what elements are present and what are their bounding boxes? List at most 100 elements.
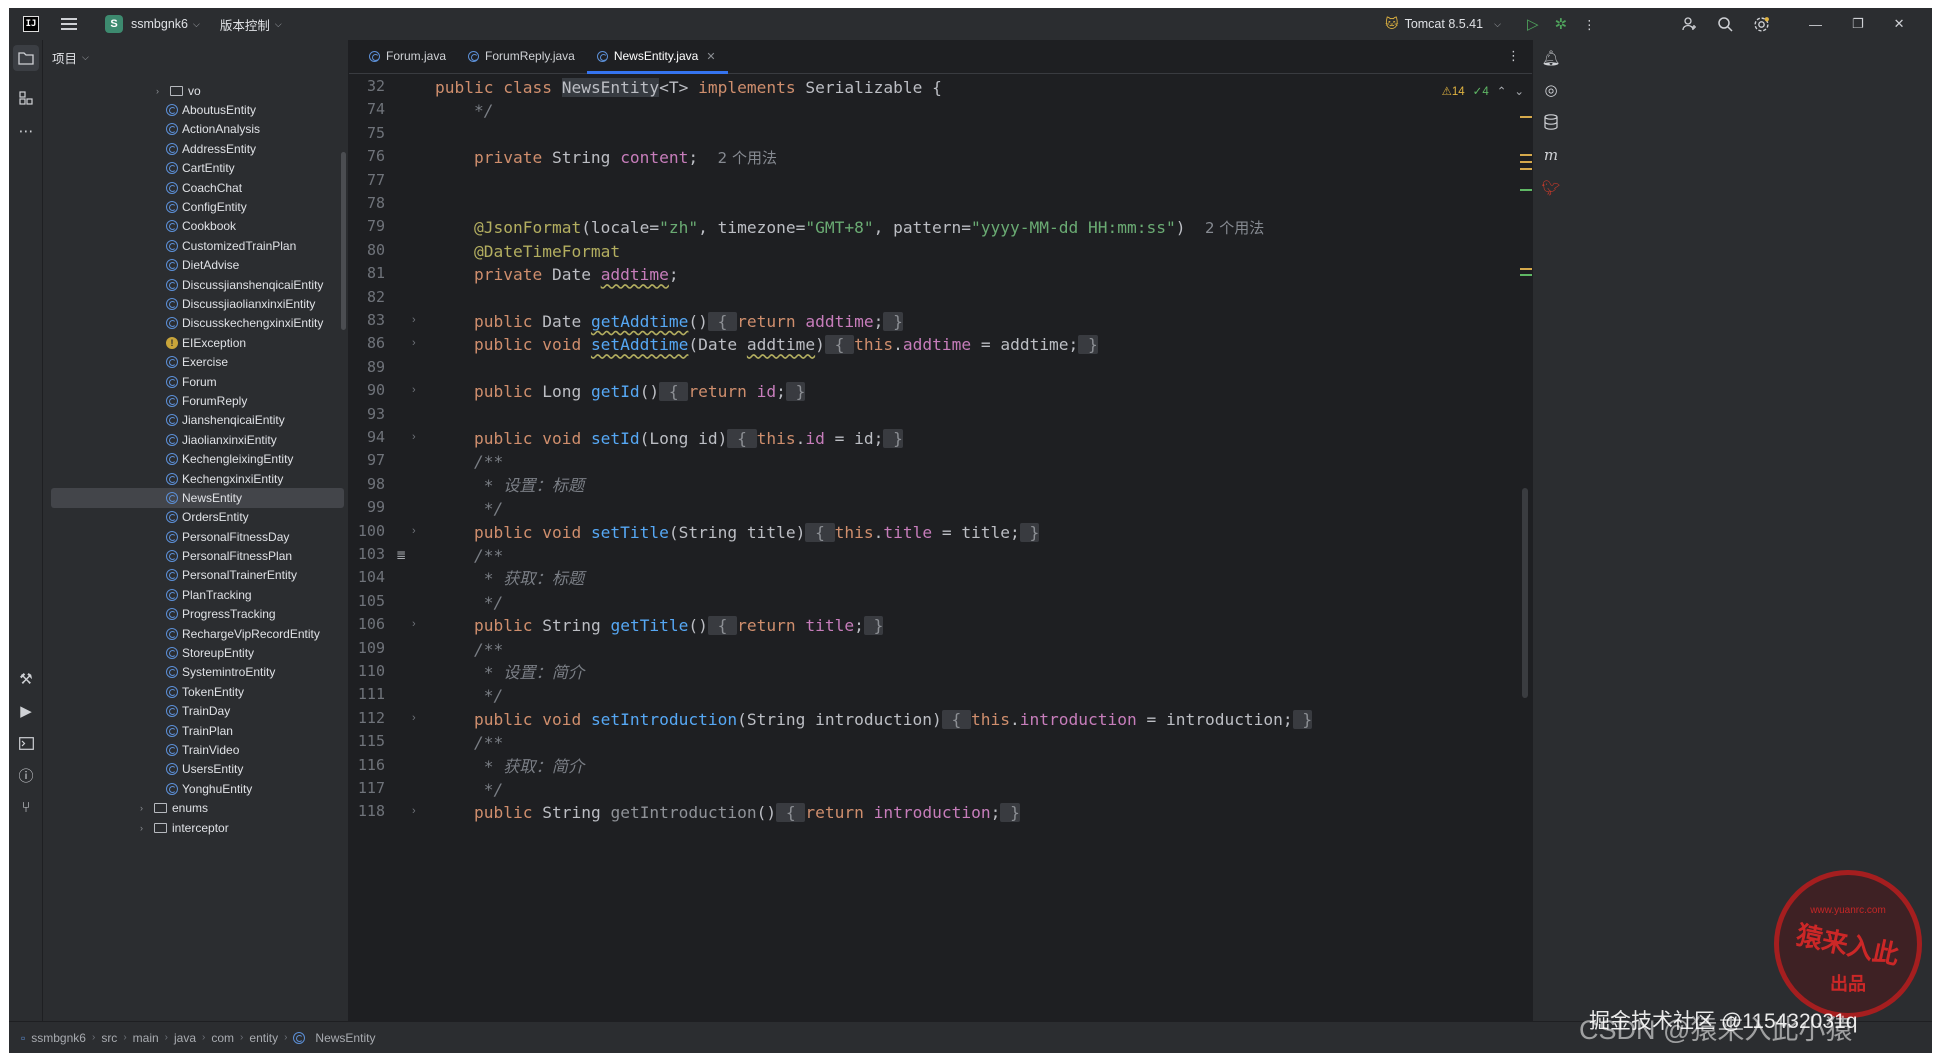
settings-gear-icon[interactable] [1753,16,1770,33]
database-icon[interactable] [1539,110,1563,134]
code-line[interactable]: */ [435,685,504,707]
fold-expand-icon[interactable]: › [412,525,416,537]
code-line[interactable]: /** [435,639,503,661]
tree-class-item[interactable]: CartEntity [43,159,348,178]
services-run-icon[interactable]: ▶ [13,698,39,724]
warning-stripe-mark[interactable] [1520,268,1532,270]
tree-class-item[interactable]: ActionAnalysis [43,120,348,139]
editor-scrollbar[interactable] [1522,488,1528,698]
tree-class-item[interactable]: Forum [43,372,348,391]
tree-class-item[interactable]: TrainDay [43,702,348,721]
breadcrumb-item[interactable]: src [101,1031,117,1045]
tree-class-item[interactable]: PersonalFitnessDay [43,527,348,546]
run-icon[interactable]: ▷ [1527,15,1539,33]
code-line[interactable]: public Date getAddtime() { return addtim… [435,311,903,333]
code-line[interactable]: /** [435,545,503,567]
warning-stripe-mark[interactable] [1520,161,1532,163]
project-panel-header[interactable]: 项目 ⌵ [43,40,348,74]
code-line[interactable]: public String getTitle() { return title;… [435,615,884,637]
warning-stripe-mark[interactable] [1520,154,1532,156]
intellij-logo-icon[interactable]: IJ [23,16,39,32]
tree-class-item[interactable]: TrainPlan [43,721,348,740]
code-line[interactable]: public void setTitle(String title) { thi… [435,522,1040,544]
fold-expand-icon[interactable]: › [412,618,416,630]
tree-class-item[interactable]: AddressEntity [43,139,348,158]
editor-tab[interactable]: Forum.java [359,39,458,73]
code-area[interactable]: public class NewsEntity<T> implements Se… [435,75,1515,1021]
tree-class-item[interactable]: DiscussjianshenqicaiEntity [43,275,348,294]
git-branch-icon[interactable]: ⑂ [13,794,39,820]
editor-tab[interactable]: ForumReply.java [458,39,587,73]
code-line[interactable]: private Date addtime; [435,264,679,286]
tree-class-item[interactable]: SystemintroEntity [43,663,348,682]
close-tab-icon[interactable]: ✕ [706,50,715,63]
problems-icon[interactable]: ⓘ [13,762,39,788]
tree-class-item[interactable]: UsersEntity [43,760,348,779]
more-tools-icon[interactable]: ⋯ [13,118,39,144]
terminal-icon[interactable] [13,730,39,756]
tree-class-item[interactable]: JianshenqicaiEntity [43,411,348,430]
restore-window-icon[interactable]: ❐ [1852,16,1864,32]
tree-class-item[interactable]: ForumReply [43,391,348,410]
code-line[interactable]: public class NewsEntity<T> implements Se… [435,77,942,99]
code-line[interactable]: */ [435,592,504,614]
code-line[interactable]: * 设置：标题 [435,475,584,497]
debug-icon[interactable]: ✲ [1555,15,1568,33]
code-line[interactable]: @DateTimeFormat [435,241,620,263]
ai-assistant-icon[interactable]: ◎ [1539,78,1563,102]
notifications-bell-icon[interactable]: 🔔︎ [1539,46,1563,70]
fold-expand-icon[interactable]: › [412,805,416,817]
code-line[interactable]: */ [435,100,494,122]
warning-stripe-mark[interactable] [1520,168,1532,170]
tree-class-item[interactable]: ProgressTracking [43,605,348,624]
close-window-icon[interactable]: ✕ [1894,16,1905,32]
breadcrumb-item[interactable]: com [211,1031,234,1045]
minimize-window-icon[interactable]: — [1809,17,1822,32]
tree-class-item[interactable]: Cookbook [43,217,348,236]
render-doc-icon[interactable]: ≣ [396,548,408,562]
tree-folder-item[interactable]: › vo [43,81,348,100]
code-with-me-icon[interactable] [1681,16,1697,32]
tree-class-item[interactable]: DietAdvise [43,256,348,275]
code-line[interactable]: /** [435,451,503,473]
tree-class-item[interactable]: ConfigEntity [43,197,348,216]
tree-class-item[interactable]: KechengleixingEntity [43,449,348,468]
expand-arrow-icon[interactable]: › [156,86,159,96]
breadcrumb-item[interactable]: entity [249,1031,278,1045]
plugin-bird-icon[interactable]: 🐦︎ [1539,176,1563,200]
tree-class-item[interactable]: JiaolianxinxiEntity [43,430,348,449]
tree-class-item[interactable]: DiscussjiaolianxinxiEntity [43,294,348,313]
tree-class-item[interactable]: OrdersEntity [43,508,348,527]
tree-class-item[interactable]: PlanTracking [43,585,348,604]
vcs-dropdown[interactable]: 版本控制 [220,15,270,34]
code-line[interactable]: * 设置：简介 [435,662,584,684]
structure-icon[interactable] [13,85,39,111]
main-menu-icon[interactable] [61,18,77,30]
code-line[interactable]: public String getIntroduction() { return… [435,802,1020,824]
tree-class-item[interactable]: RechargeVipRecordEntity [43,624,348,643]
code-line[interactable]: */ [435,779,504,801]
project-view-dropdown[interactable]: 项目 [52,48,77,67]
expand-arrow-icon[interactable]: › [140,803,143,813]
project-folder-icon[interactable] [13,45,39,71]
expand-arrow-icon[interactable]: › [140,823,143,833]
tree-folder-item[interactable]: › interceptor [43,818,348,837]
tree-class-item[interactable]: AboutusEntity [43,100,348,119]
run-config-selector[interactable]: 🐱 Tomcat 8.5.41 ⌵ [1385,8,1501,40]
fold-expand-icon[interactable]: › [412,712,416,724]
tabs-more-icon[interactable]: ⋮ [1507,48,1520,64]
breadcrumb-item[interactable]: NewsEntity [315,1031,375,1045]
tree-class-item[interactable]: YonghuEntity [43,779,348,798]
tree-class-item[interactable]: StoreupEntity [43,643,348,662]
code-line[interactable]: private String content; 2 个用法 [435,147,777,169]
code-line[interactable]: public Long getId() { return id; } [435,381,806,403]
more-actions-icon[interactable]: ⋮ [1583,17,1596,32]
tree-class-item[interactable]: ! EIException [43,333,348,352]
ok-stripe-mark[interactable] [1520,274,1532,276]
tree-class-item[interactable]: DiscusskechengxinxiEntity [43,314,348,333]
fold-expand-icon[interactable]: › [412,384,416,396]
tree-class-item[interactable]: CoachChat [43,178,348,197]
breadcrumb-item[interactable]: main [133,1031,159,1045]
next-highlight-icon[interactable]: ⌄ [1514,84,1524,98]
tree-class-item[interactable]: KechengxinxiEntity [43,469,348,488]
